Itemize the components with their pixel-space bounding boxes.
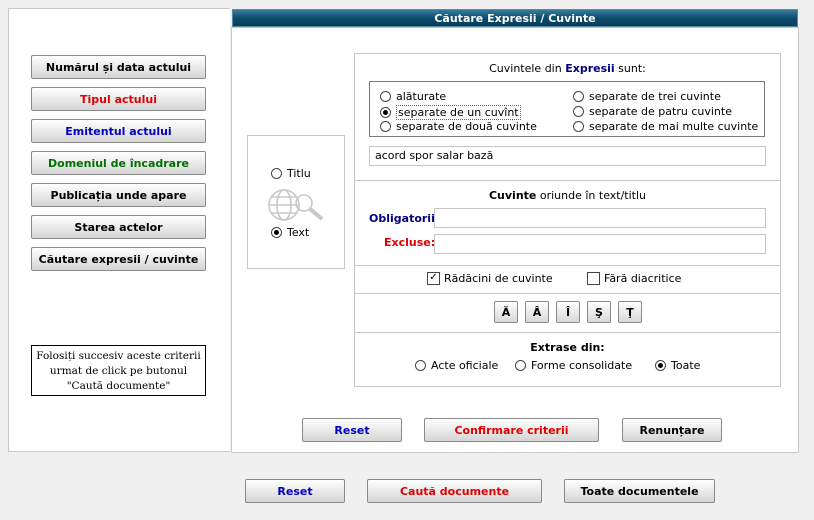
divider bbox=[355, 332, 780, 333]
cancel-button[interactable]: Renunțare bbox=[622, 418, 722, 442]
extract-option-all[interactable]: Toate bbox=[655, 359, 700, 372]
hint-text: Folosiți succesiv aceste criterii urmat … bbox=[36, 350, 201, 392]
expression-option-two-words[interactable]: separate de două cuvinte bbox=[380, 120, 537, 133]
criteria-button-issuer[interactable]: Emitentul actului bbox=[31, 119, 206, 143]
footer-reset-button[interactable]: Reset bbox=[245, 479, 345, 503]
divider bbox=[355, 180, 780, 181]
search-documents-button[interactable]: Caută documente bbox=[367, 479, 542, 503]
criteria-button-number-date[interactable]: Numărul și data actului bbox=[31, 55, 206, 79]
criteria-button-status[interactable]: Starea actelor bbox=[31, 215, 206, 239]
criteria-button-expressions[interactable]: Căutare expresii / cuvinte bbox=[31, 247, 206, 271]
confirm-criteria-button[interactable]: Confirmare criterii bbox=[424, 418, 599, 442]
page-title: Căutare Expresii / Cuvinte bbox=[232, 9, 798, 27]
char-button-s-comma[interactable]: Ş bbox=[587, 301, 611, 323]
words-heading: Cuvinte oriunde în text/titlu bbox=[488, 189, 647, 202]
radio-icon bbox=[380, 107, 391, 118]
expression-option-four-words[interactable]: separate de patru cuvinte bbox=[573, 105, 732, 118]
scope-text-radio[interactable]: Text bbox=[271, 226, 309, 239]
radio-icon bbox=[573, 121, 584, 132]
extract-option-consolidated[interactable]: Forme consolidate bbox=[515, 359, 632, 372]
radio-icon bbox=[380, 91, 391, 102]
scope-title-radio[interactable]: Titlu bbox=[271, 167, 311, 180]
expression-option-one-word[interactable]: separate de un cuvînt bbox=[380, 105, 521, 120]
extract-heading: Extrase din: bbox=[530, 341, 605, 354]
no-diacritics-checkbox[interactable]: Fără diacritice bbox=[587, 272, 681, 285]
criteria-button-publication[interactable]: Publicația unde apare bbox=[31, 183, 206, 207]
char-button-a-circumflex[interactable]: Â bbox=[525, 301, 549, 323]
checkbox-checked-icon: ✓ bbox=[427, 272, 440, 285]
expression-input[interactable]: acord spor salar bază bbox=[369, 146, 766, 166]
hint-box: Folosiți succesiv aceste criterii urmat … bbox=[31, 345, 206, 396]
divider bbox=[355, 265, 780, 266]
radio-icon bbox=[271, 227, 282, 238]
checkbox-icon bbox=[587, 272, 600, 285]
excluded-words-input[interactable] bbox=[434, 234, 766, 254]
expression-option-many-words[interactable]: separate de mai multe cuvinte bbox=[573, 120, 758, 133]
criteria-button-domain[interactable]: Domeniul de încadrare bbox=[31, 151, 206, 175]
required-label: Obligatorii: bbox=[369, 212, 440, 225]
expressions-heading: Cuvintele din Expresii sunt: bbox=[489, 62, 646, 75]
divider bbox=[355, 293, 780, 294]
roots-checkbox[interactable]: ✓ Rădăcini de cuvinte bbox=[427, 272, 553, 285]
required-words-input[interactable] bbox=[434, 208, 766, 228]
criteria-button-act-type[interactable]: Tipul actului bbox=[31, 87, 206, 111]
expression-option-three-words[interactable]: separate de trei cuvinte bbox=[573, 90, 721, 103]
excluded-label: Excluse: bbox=[384, 236, 436, 249]
radio-icon bbox=[271, 168, 282, 179]
panel-reset-button[interactable]: Reset bbox=[302, 418, 402, 442]
char-button-t-comma[interactable]: Ţ bbox=[618, 301, 642, 323]
extract-option-official[interactable]: Acte oficiale bbox=[415, 359, 498, 372]
expression-option-adjacent[interactable]: alăturate bbox=[380, 90, 446, 103]
char-button-a-breve[interactable]: Ă bbox=[494, 301, 518, 323]
all-documents-button[interactable]: Toate documentele bbox=[564, 479, 715, 503]
radio-icon bbox=[573, 106, 584, 117]
radio-icon bbox=[573, 91, 584, 102]
char-button-i-circumflex[interactable]: Î bbox=[556, 301, 580, 323]
radio-icon bbox=[380, 121, 391, 132]
radio-icon bbox=[515, 360, 526, 371]
radio-icon bbox=[655, 360, 666, 371]
globe-search-icon bbox=[268, 189, 324, 221]
radio-icon bbox=[415, 360, 426, 371]
